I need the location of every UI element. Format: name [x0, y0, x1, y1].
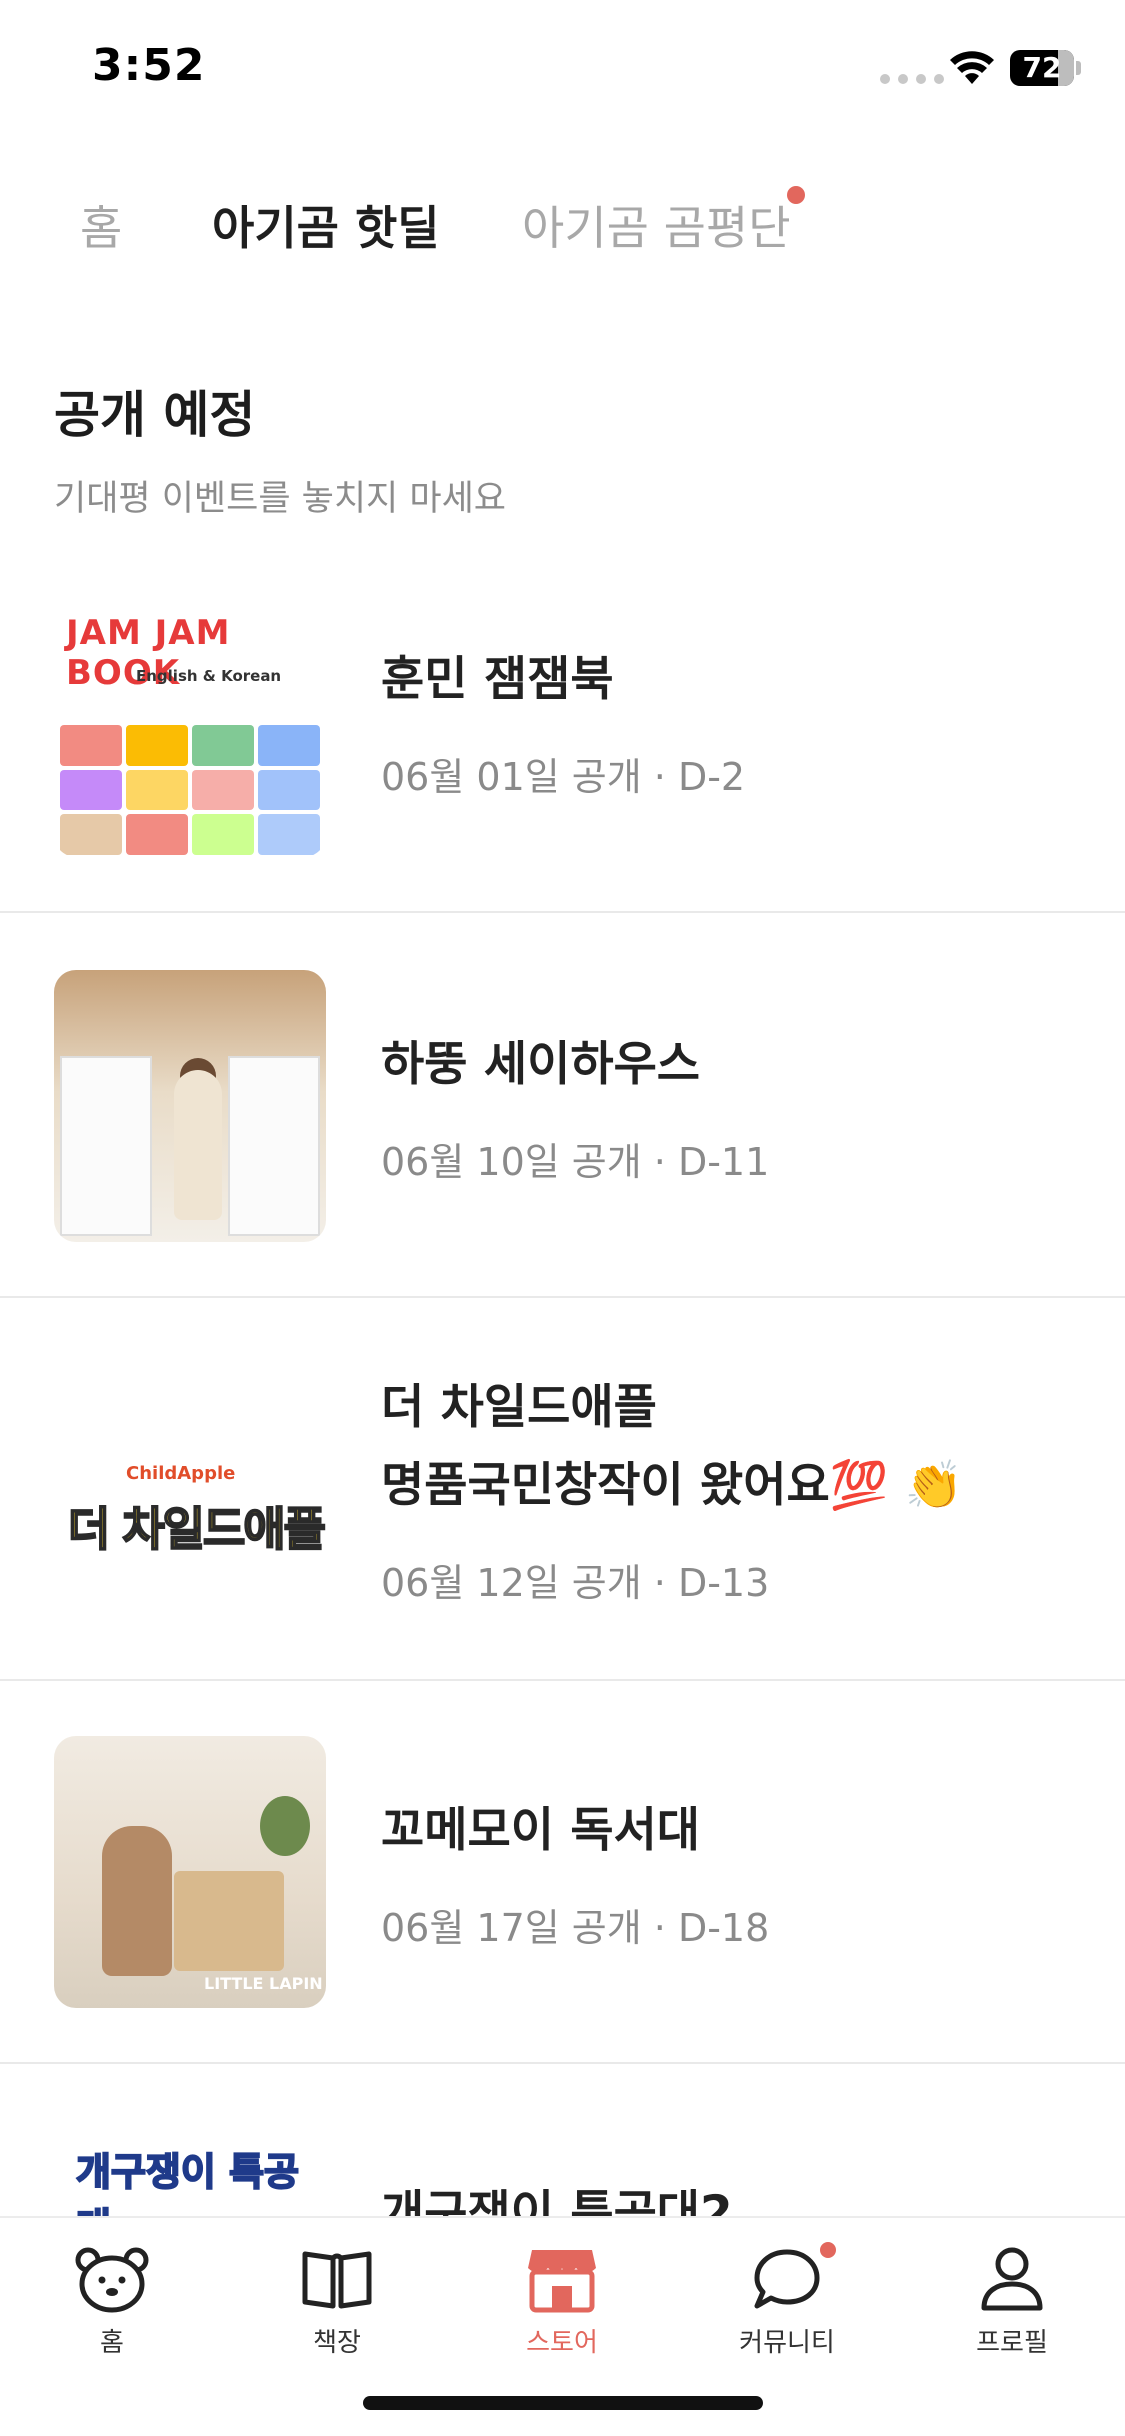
nav-label: 프로필	[976, 2328, 1048, 2358]
item-release-date: 06월 12일 공개 · D-13	[381, 1561, 770, 1605]
tab-hot-deal[interactable]: 아기곰 핫딜	[212, 190, 440, 266]
nav-label: 책장	[313, 2328, 361, 2358]
product-thumbnail: JAM JAM BOOK English & Korean	[54, 585, 326, 857]
list-item[interactable]: LITTLE LAPIN 꼬메모이 독서대 06월 17일 공개 · D-18	[0, 1681, 1125, 2064]
section-subtitle: 기대평 이벤트를 놓치지 마세요	[54, 479, 506, 519]
section-title: 공개 예정	[54, 386, 256, 444]
notification-dot	[787, 186, 805, 204]
nav-bookshelf[interactable]: 책장	[237, 2244, 437, 2359]
cellular-signal-icon	[880, 74, 944, 84]
battery-level: 72	[1022, 51, 1062, 84]
item-title: 훈민 잼잼북	[381, 652, 614, 707]
item-release-date: 06월 01일 공개 · D-2	[381, 755, 746, 799]
item-title-line2: 명품국민창작이 왔어요💯 👏	[381, 1458, 964, 1513]
notification-dot	[820, 2242, 836, 2258]
nav-label: 커뮤니티	[739, 2328, 835, 2358]
list-item[interactable]: ChildApple 더 차일드애플 더 차일드애플 명품국민창작이 왔어요💯 …	[0, 1298, 1125, 1681]
item-release-date: 06월 10일 공개 · D-11	[381, 1140, 770, 1184]
item-title: 더 차일드애플	[381, 1380, 657, 1435]
nav-label: 스토어	[526, 2328, 598, 2358]
home-indicator	[363, 2396, 763, 2410]
thumbnail-brand-small: ChildApple	[126, 1463, 236, 1484]
list-item[interactable]: JAM JAM BOOK English & Korean 훈민 잼잼북 06월…	[0, 530, 1125, 913]
thumbnail-subtext: English & Korean	[136, 667, 282, 685]
status-bar: 3:52 72	[0, 0, 1125, 140]
nav-community[interactable]: 커뮤니티	[687, 2244, 887, 2359]
nav-store[interactable]: 스토어	[462, 2244, 662, 2359]
top-tabs: 홈 아기곰 핫딜 아기곰 곰평단	[0, 190, 1125, 270]
status-time: 3:52	[92, 40, 206, 91]
product-thumbnail: LITTLE LAPIN	[54, 1736, 326, 2008]
bear-icon	[75, 2247, 149, 2313]
item-title: 꼬메모이 독서대	[381, 1803, 701, 1858]
product-thumbnail: ChildApple 더 차일드애플	[54, 1353, 326, 1625]
thumbnail-logo-text: 더 차일드애플	[67, 1501, 326, 1557]
nav-home[interactable]: 홈	[12, 2244, 212, 2359]
store-icon	[528, 2250, 596, 2313]
tab-review-team[interactable]: 아기곰 곰평단	[522, 190, 791, 266]
profile-icon	[981, 2247, 1043, 2311]
wifi-icon	[950, 51, 994, 84]
product-thumbnail	[54, 970, 326, 1242]
nav-label: 홈	[100, 2328, 124, 2358]
battery-tip	[1076, 61, 1081, 75]
thumbnail-logo-text: LITTLE LAPIN	[204, 1974, 323, 1993]
item-title: 하뚱 세이하우스	[381, 1037, 701, 1092]
book-grid-image	[60, 725, 320, 855]
chat-icon	[754, 2249, 820, 2309]
book-icon	[302, 2251, 372, 2309]
tab-home[interactable]: 홈	[80, 190, 122, 266]
nav-profile[interactable]: 프로필	[912, 2244, 1112, 2359]
battery-icon: 72	[1010, 50, 1074, 86]
list-item[interactable]: 하뚱 세이하우스 06월 10일 공개 · D-11	[0, 915, 1125, 1298]
item-release-date: 06월 17일 공개 · D-18	[381, 1906, 770, 1950]
